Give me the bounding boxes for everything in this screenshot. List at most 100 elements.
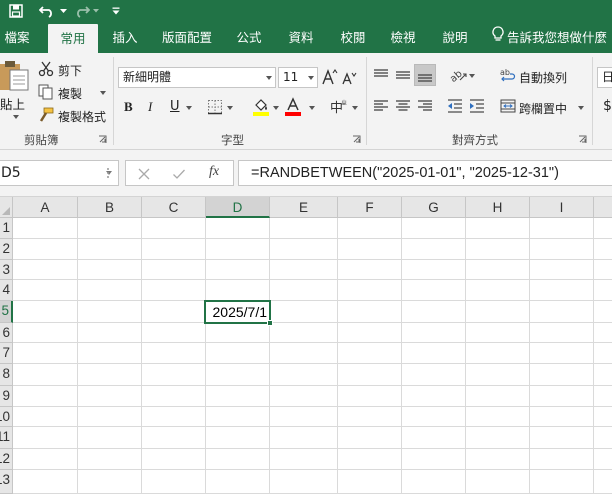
increase-font-size-icon[interactable] — [322, 68, 338, 86]
name-box[interactable]: D5 — [0, 160, 119, 186]
row-header-6[interactable]: 6 — [0, 323, 13, 343]
paste-icon[interactable] — [0, 58, 30, 92]
wrap-text-button[interactable]: 自動換列 — [519, 69, 567, 86]
ribbon-tabs: 檔案 常用 插入 版面配置 公式 資料 校閱 檢視 說明 告訴我您想做什麼 — [0, 22, 612, 53]
tab-file[interactable]: 檔案 — [0, 22, 34, 53]
underline-dropdown-icon[interactable] — [186, 106, 192, 110]
row-header-3[interactable]: 3 — [0, 260, 13, 280]
alignment-group-label: 對齊方式 — [452, 133, 498, 147]
bold-button[interactable]: B — [124, 99, 133, 115]
align-top-icon[interactable] — [372, 67, 390, 83]
tab-help[interactable]: 說明 — [436, 22, 474, 53]
splitter-handle-icon[interactable] — [106, 165, 110, 181]
confirm-formula-icon[interactable] — [171, 166, 187, 182]
fill-handle[interactable] — [267, 320, 273, 326]
copy-dropdown-icon[interactable] — [100, 91, 106, 95]
row-header-4[interactable]: 4 — [0, 280, 13, 301]
accounting-format-button[interactable]: $ — [603, 98, 612, 114]
font-group-label: 字型 — [221, 133, 244, 147]
merge-center-dropdown-icon[interactable] — [578, 106, 584, 110]
paste-button[interactable]: 貼上 — [0, 94, 25, 113]
paste-dropdown-icon[interactable] — [13, 115, 19, 119]
column-header-f[interactable]: F — [338, 197, 402, 218]
font-dialog-launcher-icon[interactable] — [352, 135, 361, 144]
align-center-icon[interactable] — [394, 98, 412, 114]
number-format-select[interactable]: 日 — [597, 67, 612, 88]
font-name-select[interactable]: 新細明體 — [118, 67, 276, 88]
tab-home[interactable]: 常用 — [48, 24, 98, 53]
tell-me-box[interactable]: 告訴我您想做什麼 — [492, 22, 607, 53]
undo-dropdown-icon[interactable] — [58, 1, 68, 21]
tab-page-layout[interactable]: 版面配置 — [158, 22, 216, 53]
cut-button[interactable]: 剪下 — [58, 62, 82, 79]
borders-dropdown-icon[interactable] — [227, 106, 233, 110]
font-size-value: 11 — [283, 70, 299, 84]
column-header-d[interactable]: D — [206, 197, 270, 218]
column-header-next[interactable] — [594, 197, 612, 218]
phonetic-dropdown-icon[interactable] — [352, 106, 358, 110]
decrease-indent-icon[interactable] — [446, 98, 464, 114]
tab-review[interactable]: 校閱 — [334, 22, 372, 53]
tab-view[interactable]: 檢視 — [384, 22, 422, 53]
formula-input[interactable]: =RANDBETWEEN("2025-01-01", "2025-12-31") — [238, 160, 612, 186]
column-header-c[interactable]: C — [142, 197, 206, 218]
align-middle-icon[interactable] — [394, 67, 412, 83]
merge-center-button[interactable]: 跨欄置中 — [519, 100, 567, 117]
column-header-a[interactable]: A — [13, 197, 78, 218]
align-bottom-icon[interactable] — [416, 67, 434, 83]
insert-function-button[interactable]: fx — [209, 164, 219, 180]
align-right-icon[interactable] — [416, 98, 434, 114]
copy-button[interactable]: 複製 — [58, 85, 82, 102]
active-cell-d5[interactable]: 2025/7/1 — [204, 300, 273, 326]
select-all-button[interactable] — [0, 197, 13, 218]
grid-line — [13, 385, 612, 386]
row-header-13[interactable]: 13 — [0, 470, 13, 494]
redo-dropdown-icon[interactable] — [92, 1, 100, 21]
row-header-9[interactable]: 9 — [0, 386, 13, 407]
phonetic-guide-icon[interactable]: 中ㄓ — [330, 98, 350, 116]
row-header-1[interactable]: 1 — [0, 218, 13, 239]
row-header-2[interactable]: 2 — [0, 239, 13, 260]
grid-line — [13, 342, 612, 343]
worksheet-grid[interactable]: A B C D E F G H I 1 2 3 4 5 6 7 8 9 10 1… — [0, 197, 612, 494]
column-header-e[interactable]: E — [270, 197, 338, 218]
row-header-12[interactable]: 12 — [0, 449, 13, 470]
borders-icon[interactable] — [207, 99, 223, 115]
tab-insert[interactable]: 插入 — [106, 22, 144, 53]
underline-button[interactable]: U — [170, 99, 180, 114]
customize-qat-icon[interactable] — [110, 1, 122, 21]
orientation-icon[interactable]: ab — [448, 66, 468, 84]
align-left-icon[interactable] — [372, 98, 390, 114]
increase-indent-icon[interactable] — [468, 98, 486, 114]
clipboard-dialog-launcher-icon[interactable] — [98, 135, 107, 144]
font-color-icon[interactable] — [284, 97, 302, 117]
undo-icon[interactable] — [36, 1, 58, 21]
tab-formulas[interactable]: 公式 — [230, 22, 268, 53]
row-header-7[interactable]: 7 — [0, 343, 13, 364]
decrease-font-size-icon[interactable] — [342, 70, 358, 86]
select-all-triangle-icon — [2, 207, 10, 215]
column-header-b[interactable]: B — [78, 197, 142, 218]
font-color-dropdown-icon[interactable] — [309, 106, 315, 110]
column-header-g[interactable]: G — [402, 197, 466, 218]
fill-color-icon[interactable] — [252, 97, 270, 117]
format-painter-button[interactable]: 複製格式 — [58, 108, 106, 125]
font-name-value: 新細明體 — [123, 70, 172, 84]
alignment-dialog-launcher-icon[interactable] — [578, 135, 587, 144]
fill-color-dropdown-icon[interactable] — [273, 106, 279, 110]
column-header-i[interactable]: I — [530, 197, 594, 218]
row-header-10[interactable]: 10 — [0, 407, 13, 427]
group-separator — [366, 57, 367, 145]
cancel-formula-icon[interactable] — [136, 166, 152, 182]
row-header-5[interactable]: 5 — [0, 301, 13, 323]
italic-button[interactable]: I — [148, 99, 152, 115]
row-header-8[interactable]: 8 — [0, 364, 13, 386]
tab-data[interactable]: 資料 — [282, 22, 320, 53]
grid-line — [13, 426, 612, 427]
row-header-11[interactable]: 11 — [0, 427, 13, 449]
column-header-h[interactable]: H — [466, 197, 530, 218]
font-size-select[interactable]: 11 — [278, 67, 318, 88]
orientation-dropdown-icon[interactable] — [469, 74, 475, 78]
save-icon[interactable] — [6, 1, 26, 21]
redo-icon[interactable] — [72, 1, 92, 21]
